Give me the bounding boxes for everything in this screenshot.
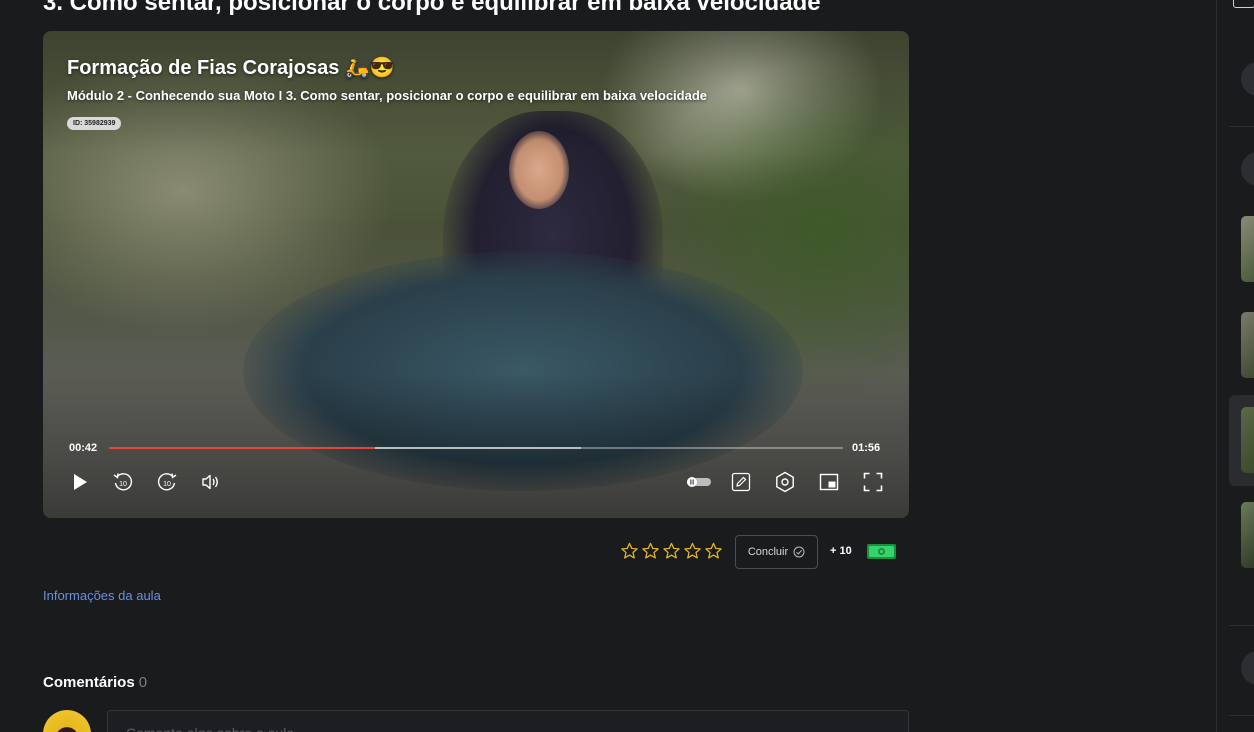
autoplay-toggle-icon [687,477,711,487]
video-overlay-gradient [43,31,909,518]
lesson-thumbnail[interactable] [1241,312,1254,378]
sidebar-divider [1229,625,1254,626]
autoplay-toggle[interactable] [685,471,713,493]
volume-button[interactable] [199,471,221,493]
total-time: 01:56 [852,442,881,454]
current-time: 00:42 [69,442,98,454]
picture-in-picture-icon [819,473,839,491]
comments-title: Comentários 0 [43,674,147,691]
lesson-thumbnail[interactable] [1241,502,1254,568]
rewind-10-icon: 10 [113,473,133,491]
lesson-thumbnail[interactable] [1241,216,1254,282]
video-player[interactable]: Formação de Fias Corajosas 🛵😎 Módulo 2 -… [43,31,909,518]
sidebar-divider [1229,126,1254,127]
svg-text:10: 10 [119,481,127,488]
comments-count: 0 [138,674,148,691]
pip-button[interactable] [818,471,840,493]
sidebar-top-button[interactable] [1233,0,1254,8]
fullscreen-button[interactable] [862,471,884,493]
comment-input[interactable]: Comente algo sobre a aula... [107,710,909,732]
rating-stars [620,541,723,561]
play-icon [74,474,87,490]
lesson-info-link[interactable]: Informações da aula [43,588,161,603]
fullscreen-icon [863,472,883,492]
module-expand-button[interactable] [1241,62,1254,96]
comments-title-label: Comentários [43,674,135,691]
volume-icon [202,474,218,490]
star-icon[interactable] [704,541,723,561]
cash-reward-icon [867,544,896,559]
pencil-icon [731,472,751,492]
progress-played [109,447,375,449]
play-button[interactable] [69,471,91,493]
video-id-badge: ID: 35982939 [67,117,122,130]
star-icon[interactable] [641,541,660,561]
lesson-title: 3. Como sentar, posicionar o corpo e equ… [43,0,821,16]
conclude-button[interactable]: Concluir [735,535,818,569]
star-icon[interactable] [683,541,702,561]
star-icon[interactable] [662,541,681,561]
svg-text:10: 10 [163,481,171,488]
lesson-sidebar [1216,0,1254,732]
module-expand-button[interactable] [1241,152,1254,186]
lesson-thumbnail-active[interactable] [1241,407,1254,473]
rewind-10-button[interactable]: 10 [112,471,134,493]
settings-button[interactable] [774,471,796,493]
video-module-line: Módulo 2 - Conhecendo sua Moto I 3. Como… [67,88,708,103]
star-icon[interactable] [620,541,639,561]
forward-10-button[interactable]: 10 [156,471,178,493]
points-reward: + 10 [830,545,852,557]
user-avatar [43,710,91,732]
check-circle-icon [793,546,805,558]
forward-10-icon: 10 [157,473,177,491]
progress-bar[interactable] [109,447,843,449]
settings-icon [776,471,794,493]
notes-button[interactable] [730,471,752,493]
sidebar-divider [1229,715,1254,716]
video-course-name: Formação de Fias Corajosas 🛵😎 [67,57,395,79]
conclude-button-label: Concluir [747,546,789,558]
module-expand-button[interactable] [1241,651,1254,685]
